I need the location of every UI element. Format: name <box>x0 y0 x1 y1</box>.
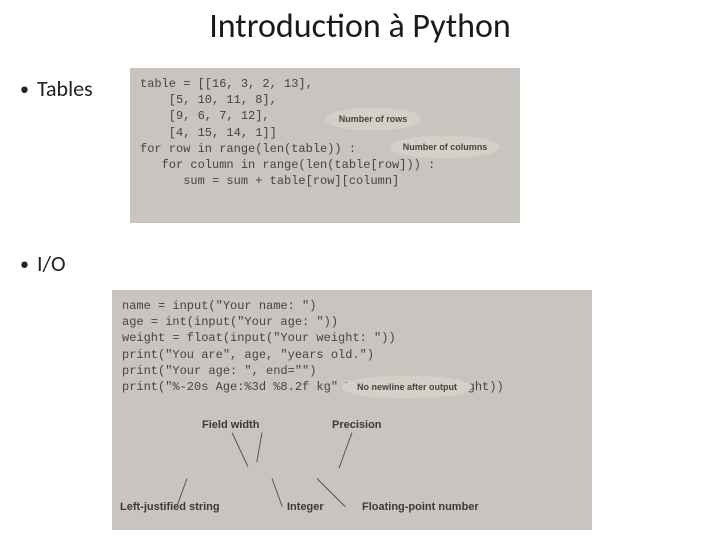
label-precision: Precision <box>332 418 382 433</box>
code-line: sum = sum + table[row][column] <box>140 173 510 189</box>
code-line: print("You are", age, "years old.") <box>122 347 582 363</box>
label-field-width: Field width <box>202 418 259 433</box>
bullet-io-label: I/O <box>37 250 66 277</box>
bullet-tables-label: Tables <box>37 75 93 102</box>
label-floating-point: Floating-point number <box>362 500 479 515</box>
page-title: Introduction à Python <box>0 0 720 47</box>
label-integer: Integer <box>287 500 324 515</box>
code-line: weight = float(input("Your weight: ")) <box>122 330 582 346</box>
label-left-justified: Left-justified string <box>120 500 220 515</box>
connector-line <box>272 478 283 507</box>
code-line: [5, 10, 11, 8], <box>140 92 510 108</box>
code-line: for column in range(len(table[row])) : <box>140 157 510 173</box>
io-code-panel: name = input("Your name: ") age = int(in… <box>112 290 592 530</box>
bullet-io: I/O <box>20 250 66 277</box>
bullet-tables: Tables <box>20 75 93 102</box>
code-line: name = input("Your name: ") <box>122 298 582 314</box>
callout-number-of-columns: Number of columns <box>390 136 500 158</box>
callout-number-of-rows: Number of rows <box>325 108 421 130</box>
tables-code-panel: table = [[16, 3, 2, 13], [5, 10, 11, 8],… <box>130 68 520 223</box>
code-line: age = int(input("Your age: ")) <box>122 314 582 330</box>
code-line: table = [[16, 3, 2, 13], <box>140 76 510 92</box>
connector-line <box>339 432 353 468</box>
callout-no-newline: No newline after output <box>342 376 472 398</box>
connector-line <box>232 432 249 467</box>
connector-line <box>256 432 262 462</box>
code-line: print("Your age: ", end="") <box>122 363 582 379</box>
